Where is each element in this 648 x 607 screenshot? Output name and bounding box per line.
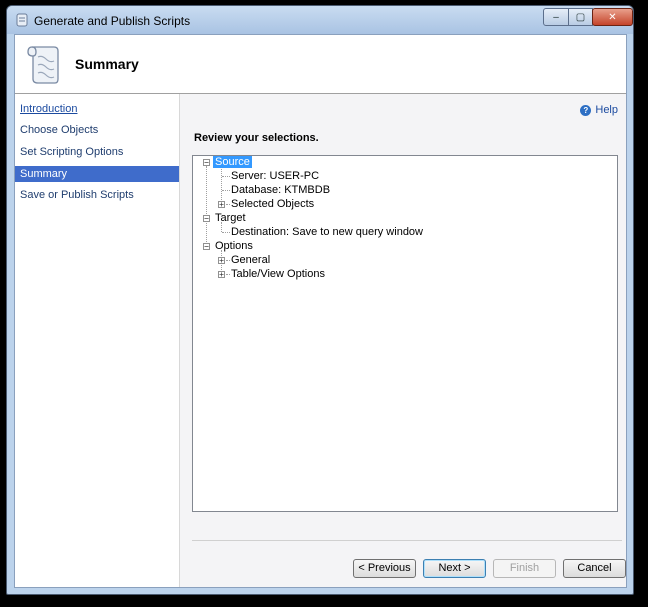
tree-connector: [226, 260, 230, 261]
tree-node-selected-objects[interactable]: Selected Objects: [231, 198, 314, 211]
sidebar-item-save-or-publish[interactable]: Save or Publish Scripts: [15, 187, 179, 203]
main-panel: ? Help Review your selections. − Source: [180, 94, 626, 587]
tree-connector: [221, 166, 222, 204]
tree-connector: [206, 166, 207, 246]
tree-node-label: Source: [213, 156, 252, 168]
minimize-button[interactable]: –: [543, 8, 569, 26]
wizard-sidebar: Introduction Choose Objects Set Scriptin…: [15, 94, 180, 587]
cancel-button[interactable]: Cancel: [563, 559, 626, 578]
sidebar-item-summary[interactable]: Summary: [15, 166, 179, 182]
collapse-icon[interactable]: −: [203, 215, 210, 223]
wizard-client: Summary Introduction Choose Objects Set …: [14, 34, 627, 588]
previous-button[interactable]: < Previous: [353, 559, 416, 578]
help-icon: ?: [580, 104, 592, 116]
finish-button: Finish: [493, 559, 556, 578]
scroll-icon: [16, 13, 28, 27]
close-button[interactable]: ✕: [592, 8, 633, 26]
tree-connector: [226, 274, 230, 275]
expand-icon[interactable]: +: [218, 257, 225, 265]
tree-node-destination[interactable]: Destination: Save to new query window: [231, 226, 423, 239]
tree-node-server[interactable]: Server: USER-PC: [231, 170, 319, 183]
help-link[interactable]: ? Help: [580, 104, 618, 116]
sidebar-item-introduction[interactable]: Introduction: [15, 101, 179, 117]
review-heading: Review your selections.: [194, 132, 319, 144]
page-title: Summary: [75, 56, 139, 72]
expand-icon[interactable]: +: [218, 271, 225, 279]
tree-connector: [226, 204, 230, 205]
sidebar-item-set-scripting-options[interactable]: Set Scripting Options: [15, 144, 179, 160]
footer-divider: [192, 540, 622, 541]
maximize-button[interactable]: ▢: [568, 8, 593, 26]
tree-node-table-view-options[interactable]: Table/View Options: [231, 268, 325, 281]
tree-node-target[interactable]: Target: [215, 212, 246, 225]
tree-node-source[interactable]: Source: [213, 156, 252, 169]
collapse-icon[interactable]: −: [203, 159, 210, 167]
help-label: Help: [595, 104, 618, 116]
tree-connector: [222, 232, 230, 233]
expand-icon[interactable]: +: [218, 201, 225, 209]
tree-connector: [222, 190, 230, 191]
tree-connector: [222, 176, 230, 177]
title-bar: Generate and Publish Scripts – ▢ ✕: [7, 6, 633, 34]
summary-tree[interactable]: − Source Server: USER-PC Database: KTMBD…: [192, 155, 618, 512]
scroll-icon: [27, 46, 59, 84]
sidebar-item-choose-objects[interactable]: Choose Objects: [15, 122, 179, 138]
next-button[interactable]: Next >: [423, 559, 486, 578]
wizard-window: Generate and Publish Scripts – ▢ ✕ Summa…: [6, 5, 634, 595]
collapse-icon[interactable]: −: [203, 243, 210, 251]
page-header: Summary: [15, 35, 626, 94]
tree-node-database[interactable]: Database: KTMBDB: [231, 184, 330, 197]
window-title: Generate and Publish Scripts: [34, 14, 191, 28]
tree-node-general[interactable]: General: [231, 254, 270, 267]
tree-node-options[interactable]: Options: [215, 240, 253, 253]
